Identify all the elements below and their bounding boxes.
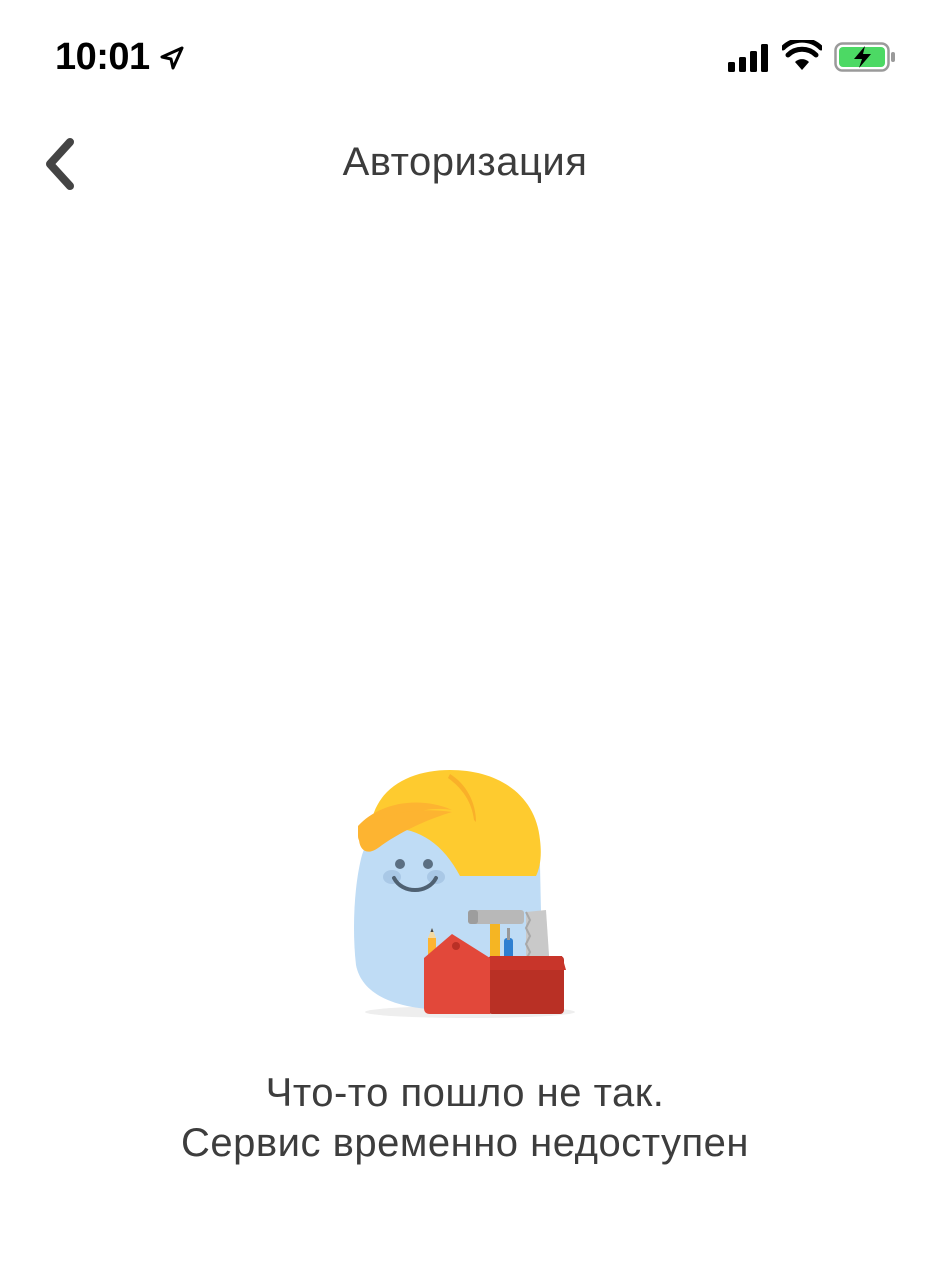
error-title: Что-то пошло не так.: [265, 1071, 665, 1115]
wifi-icon: [782, 40, 822, 70]
battery-charging-icon: [834, 42, 895, 72]
error-subtitle: Сервис временно недоступен: [181, 1121, 749, 1165]
construction-worker-toolbox-illustration: [354, 770, 575, 1018]
cellular-signal-icon: [728, 44, 768, 72]
location-arrow-icon: [160, 46, 184, 70]
error-message: Что-то пошло не так. Сервис временно нед…: [0, 1068, 930, 1168]
status-time: 10:01: [55, 36, 150, 78]
nav-bar: Авторизация: [0, 110, 930, 220]
status-bar: 10:01: [0, 0, 930, 110]
page-title: Авторизация: [342, 140, 588, 184]
